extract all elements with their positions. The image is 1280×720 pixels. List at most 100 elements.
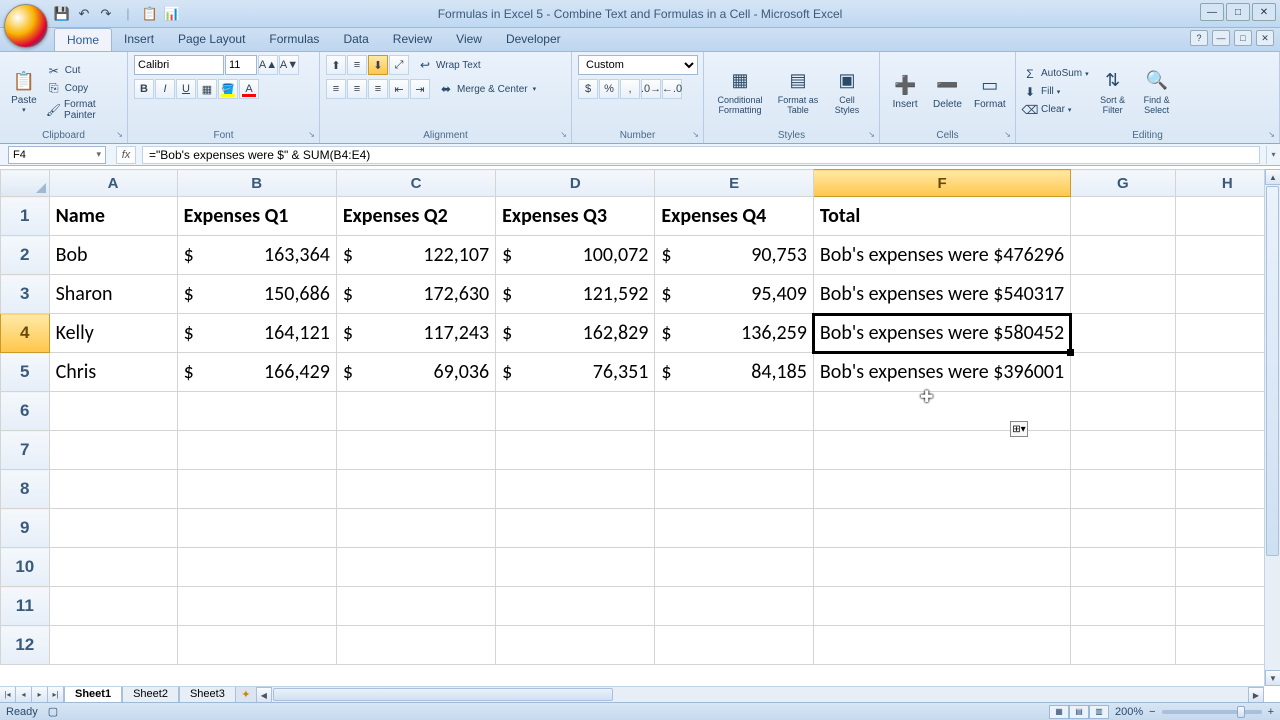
cell-F6[interactable] [813,392,1070,431]
cell-A11[interactable] [49,587,177,626]
row-header-11[interactable]: 11 [1,587,50,626]
bold-button[interactable]: B [134,79,154,99]
cell-styles-button[interactable]: ▣Cell Styles [826,55,868,128]
cell-G7[interactable] [1071,431,1175,470]
row-header-9[interactable]: 9 [1,509,50,548]
cell-B9[interactable] [177,509,336,548]
fx-button[interactable]: fx [116,146,136,164]
tab-data[interactable]: Data [331,28,380,51]
cell-B7[interactable] [177,431,336,470]
cell-A3[interactable]: Sharon [49,275,177,314]
align-top-button[interactable]: ⬆ [326,55,346,75]
cell-A2[interactable]: Bob [49,236,177,275]
decrease-decimal-button[interactable]: ←.0 [662,79,682,99]
fill-handle[interactable] [1067,349,1074,356]
cell-F10[interactable] [813,548,1070,587]
cell-D4[interactable]: $162,829 [496,314,655,353]
copy-button[interactable]: ⎘Copy [46,81,121,97]
sheet-nav-last[interactable]: ▸| [48,687,64,703]
sheet-nav-first[interactable]: |◂ [0,687,16,703]
cell-D7[interactable] [496,431,655,470]
wrap-text-button[interactable]: ↩Wrap Text [417,55,481,75]
save-icon[interactable]: 💾 [54,6,70,22]
cell-G10[interactable] [1071,548,1175,587]
row-header-6[interactable]: 6 [1,392,50,431]
zoom-out-button[interactable]: − [1149,706,1155,718]
scroll-down-button[interactable]: ▼ [1265,670,1280,686]
cell-C2[interactable]: $122,107 [336,236,495,275]
cell-D2[interactable]: $100,072 [496,236,655,275]
column-header-D[interactable]: D [496,170,655,197]
cell-F5[interactable]: Bob's expenses were $396001 [813,353,1070,392]
cell-F8[interactable] [813,470,1070,509]
cell-G12[interactable] [1071,626,1175,665]
increase-decimal-button[interactable]: .0→ [641,79,661,99]
cell-D9[interactable] [496,509,655,548]
row-header-2[interactable]: 2 [1,236,50,275]
vscroll-thumb[interactable] [1266,186,1279,556]
row-header-8[interactable]: 8 [1,470,50,509]
tab-insert[interactable]: Insert [112,28,166,51]
select-all-corner[interactable] [1,170,50,197]
scroll-right-button[interactable]: ▶ [1248,687,1264,703]
zoom-level[interactable]: 200% [1115,706,1143,718]
autofill-options-icon[interactable]: ⊞▾ [1010,421,1028,437]
page-layout-view-button[interactable]: ▤ [1069,705,1089,719]
cell-G2[interactable] [1071,236,1175,275]
cell-C7[interactable] [336,431,495,470]
format-painter-button[interactable]: 🖌Format Painter [46,99,121,121]
cell-E8[interactable] [655,470,813,509]
zoom-knob[interactable] [1237,706,1245,718]
sort-filter-button[interactable]: ⇅Sort & Filter [1093,55,1133,128]
cell-C6[interactable] [336,392,495,431]
new-sheet-button[interactable]: ✦ [236,688,256,701]
office-button[interactable] [4,4,48,48]
cut-button[interactable]: ✂Cut [46,63,121,79]
row-header-1[interactable]: 1 [1,197,50,236]
fill-button[interactable]: ⬇Fill▾ [1022,84,1089,100]
cell-B5[interactable]: $166,429 [177,353,336,392]
cell-D8[interactable] [496,470,655,509]
formula-bar-expand[interactable]: ▾ [1266,146,1280,164]
cell-A12[interactable] [49,626,177,665]
delete-cells-button[interactable]: ➖Delete [928,55,966,128]
font-color-button[interactable]: A [239,79,259,99]
cell-D11[interactable] [496,587,655,626]
cell-G8[interactable] [1071,470,1175,509]
cell-E3[interactable]: $95,409 [655,275,813,314]
cell-E4[interactable]: $136,259 [655,314,813,353]
cell-B10[interactable] [177,548,336,587]
align-bottom-button[interactable]: ⬇ [368,55,388,75]
undo-icon[interactable]: ↶ [76,6,92,22]
maximize-button[interactable]: □ [1226,3,1250,21]
tab-developer[interactable]: Developer [494,28,573,51]
page-break-view-button[interactable]: ▥ [1089,705,1109,719]
column-header-F[interactable]: F [813,170,1070,197]
find-select-button[interactable]: 🔍Find & Select [1137,55,1177,128]
tab-home[interactable]: Home [54,28,112,51]
cell-B2[interactable]: $163,364 [177,236,336,275]
cell-A8[interactable] [49,470,177,509]
sheet-tab-sheet2[interactable]: Sheet2 [122,687,179,703]
name-box[interactable]: F4 [8,146,106,164]
align-right-button[interactable]: ≡ [368,79,388,99]
row-header-12[interactable]: 12 [1,626,50,665]
cell-B6[interactable] [177,392,336,431]
format-cells-button[interactable]: ▭Format [971,55,1009,128]
italic-button[interactable]: I [155,79,175,99]
cell-A4[interactable]: Kelly [49,314,177,353]
vertical-scrollbar[interactable]: ▲ ▼ [1264,169,1280,686]
cell-A1[interactable]: Name [49,197,177,236]
merge-center-button[interactable]: ⬌Merge & Center▾ [438,79,536,99]
tab-review[interactable]: Review [381,28,444,51]
zoom-slider[interactable] [1162,710,1262,714]
insert-cells-button[interactable]: ➕Insert [886,55,924,128]
tab-page-layout[interactable]: Page Layout [166,28,257,51]
cell-G5[interactable] [1071,353,1175,392]
format-as-table-button[interactable]: ▤Format as Table [774,55,822,128]
sheet-nav-next[interactable]: ▸ [32,687,48,703]
cell-B11[interactable] [177,587,336,626]
number-format-select[interactable]: Custom [578,55,698,75]
autosum-button[interactable]: ΣAutoSum▾ [1022,66,1089,82]
cell-A7[interactable] [49,431,177,470]
